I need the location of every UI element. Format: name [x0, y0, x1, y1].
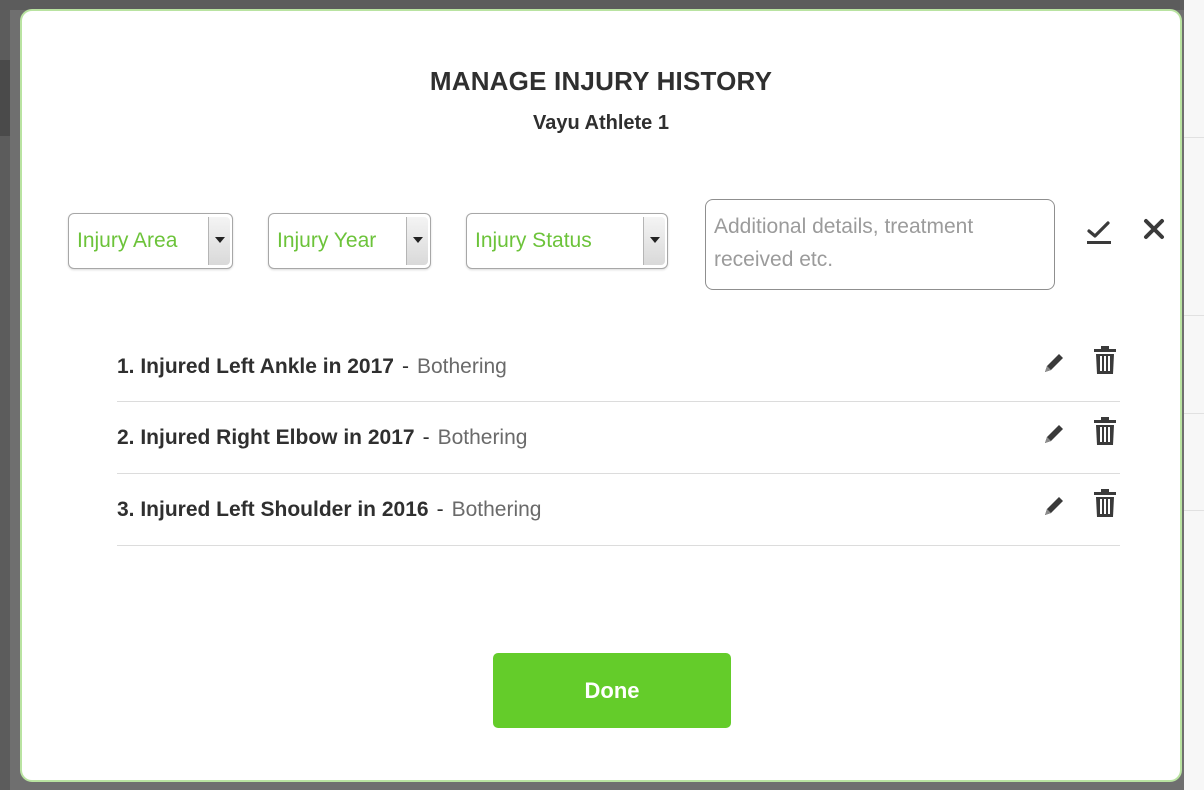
- injury-area-select[interactable]: Injury Area: [68, 213, 233, 269]
- trash-icon[interactable]: [1093, 345, 1117, 375]
- dropdown-arrow-icon: [643, 217, 665, 265]
- injury-row-text: 3. Injured Left Shoulder in 2016- Botheri…: [117, 498, 541, 522]
- dropdown-arrow-icon: [208, 217, 230, 265]
- injury-status: Bothering: [437, 426, 528, 449]
- backdrop-left-strip: [0, 0, 10, 790]
- injury-status: Bothering: [416, 355, 507, 378]
- pencil-icon[interactable]: [1040, 349, 1068, 377]
- injury-status-label: Injury Status: [475, 229, 592, 252]
- additional-details-input[interactable]: [705, 199, 1055, 290]
- athlete-name: Vayu Athlete 1: [533, 112, 669, 134]
- injury-year-select[interactable]: Injury Year: [268, 213, 431, 269]
- backdrop-divider: [1184, 315, 1204, 316]
- done-button[interactable]: Done: [493, 653, 731, 728]
- x-icon[interactable]: [1142, 217, 1166, 241]
- injury-description: 2. Injured Right Elbow in 2017: [117, 426, 415, 449]
- backdrop-divider: [1184, 137, 1204, 138]
- injury-row: 3. Injured Left Shoulder in 2016- Botheri…: [117, 474, 1120, 546]
- injury-row: 1. Injured Left Ankle in 2017- Bothering: [117, 331, 1120, 402]
- dropdown-arrow-icon: [406, 217, 428, 265]
- injury-year-label: Injury Year: [277, 229, 377, 252]
- injury-status-select[interactable]: Injury Status: [466, 213, 668, 269]
- pencil-icon[interactable]: [1040, 420, 1068, 448]
- injury-row-text: 2. Injured Right Elbow in 2017- Bothering: [117, 426, 527, 450]
- separator: -: [436, 498, 444, 521]
- pencil-icon[interactable]: [1040, 492, 1068, 520]
- manage-injury-modal: MANAGE INJURY HISTORY Vayu Athlete 1 Inj…: [20, 9, 1182, 782]
- injury-list: 1. Injured Left Ankle in 2017- Bothering …: [117, 331, 1120, 546]
- injury-status: Bothering: [451, 498, 542, 521]
- injury-description: 1. Injured Left Ankle in 2017: [117, 355, 394, 378]
- injury-row-text: 1. Injured Left Ankle in 2017- Bothering: [117, 355, 507, 379]
- backdrop-divider: [1184, 413, 1204, 414]
- backdrop-strip-segment: [0, 60, 10, 136]
- separator: -: [422, 426, 430, 449]
- trash-icon[interactable]: [1093, 488, 1117, 518]
- separator: -: [401, 355, 409, 378]
- backdrop-right-strip: [1184, 0, 1204, 790]
- backdrop-divider: [1184, 510, 1204, 511]
- injury-row: 2. Injured Right Elbow in 2017- Bothering: [117, 402, 1120, 474]
- modal-title: MANAGE INJURY HISTORY: [429, 66, 773, 96]
- checkmark-underline-icon[interactable]: [1086, 219, 1112, 245]
- trash-icon[interactable]: [1093, 416, 1117, 446]
- injury-description: 3. Injured Left Shoulder in 2016: [117, 498, 429, 521]
- injury-area-label: Injury Area: [77, 229, 178, 252]
